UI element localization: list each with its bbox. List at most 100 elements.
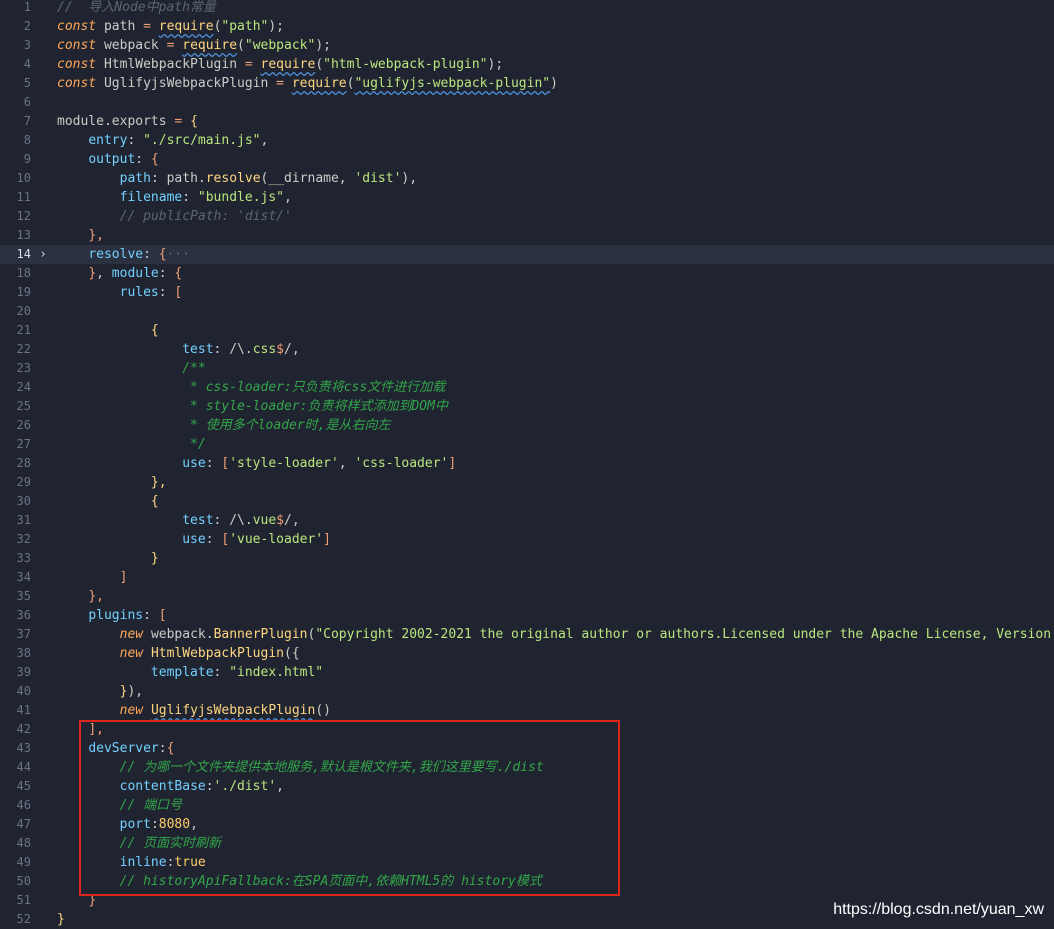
code-text: devServer:{ (88, 741, 175, 756)
code-line[interactable]: 35 }, (0, 587, 1054, 606)
line-number: 21 (16, 323, 31, 337)
line-number: 40 (16, 684, 31, 698)
line-number: 19 (16, 285, 31, 299)
line-number: 24 (16, 380, 31, 394)
code-text: }, module: { (88, 266, 183, 281)
code-line[interactable]: 40 }), (0, 682, 1054, 701)
code-text: const webpack = require("webpack"); (57, 38, 331, 53)
code-text: const path = require("path"); (57, 19, 285, 34)
line-number: 29 (16, 475, 31, 489)
code-line[interactable]: 44 // 为哪一个文件夹提供本地服务,默认是根文件夹,我们这里要写./dist (0, 758, 1054, 777)
code-text: }, (150, 475, 167, 490)
code-line[interactable]: 2 const path = require("path"); (0, 17, 1054, 36)
code-text: new webpack.BannerPlugin("Copyright 2002… (119, 627, 1054, 642)
line-number: 31 (16, 513, 31, 527)
code-text: } (57, 912, 65, 927)
code-text: template: "index.html" (150, 665, 324, 680)
code-line[interactable]: 24 * css-loader:只负责将css文件进行加载 (0, 378, 1054, 397)
code-line[interactable]: 3 const webpack = require("webpack"); (0, 36, 1054, 55)
code-line[interactable]: 34 ] (0, 568, 1054, 587)
line-number: 38 (16, 646, 31, 660)
code-text: path: path.resolve(__dirname, 'dist'), (119, 171, 418, 186)
line-number: 18 (16, 266, 31, 280)
code-line[interactable]: 27 */ (0, 435, 1054, 454)
code-text: use: ['vue-loader'] (182, 532, 331, 547)
code-line[interactable]: 10 path: path.resolve(__dirname, 'dist')… (0, 169, 1054, 188)
code-line[interactable]: 32 use: ['vue-loader'] (0, 530, 1054, 549)
line-number: 11 (16, 190, 31, 204)
code-line[interactable]: 5 const UglifyjsWebpackPlugin = require("… (0, 74, 1054, 93)
code-editor[interactable]: 1 // 导入Node中path常量 2 const path = require("… (0, 0, 1054, 927)
code-text: { (150, 494, 159, 509)
line-number: 50 (16, 874, 31, 888)
code-line[interactable]: 23 /** (0, 359, 1054, 378)
code-text: contentBase:'./dist', (119, 779, 284, 794)
line-number: 6 (23, 95, 31, 109)
code-line[interactable]: 42 ], (0, 720, 1054, 739)
code-line[interactable]: 29 }, (0, 473, 1054, 492)
code-text: { (150, 323, 159, 338)
code-line[interactable]: 18 }, module: { (0, 264, 1054, 283)
code-line[interactable]: 9 output: { (0, 150, 1054, 169)
code-line[interactable]: 45 contentBase:'./dist', (0, 777, 1054, 796)
line-number: 27 (16, 437, 31, 451)
code-line[interactable]: 39 template: "index.html" (0, 663, 1054, 682)
code-line[interactable]: 21 { (0, 321, 1054, 340)
code-line[interactable]: 22 test: /\.css$/, (0, 340, 1054, 359)
code-line[interactable]: 1 // 导入Node中path常量 (0, 0, 1054, 17)
code-text: use: ['style-loader', 'css-loader'] (182, 456, 457, 471)
code-text: } (88, 893, 97, 908)
code-line[interactable]: 6 (0, 93, 1054, 112)
code-line[interactable]: 14 › resolve: {··· (0, 245, 1054, 264)
code-text: filename: "bundle.js", (119, 190, 292, 205)
code-line[interactable]: 36 plugins: [ (0, 606, 1054, 625)
code-line[interactable]: 46 // 端口号 (0, 796, 1054, 815)
code-line[interactable]: 20 (0, 302, 1054, 321)
code-line[interactable]: 11 filename: "bundle.js", (0, 188, 1054, 207)
code-text: // 端口号 (119, 798, 183, 813)
code-line[interactable]: 37 new webpack.BannerPlugin("Copyright 2… (0, 625, 1054, 644)
line-number: 43 (16, 741, 31, 755)
code-text: }), (119, 684, 144, 699)
code-line[interactable]: 38 new HtmlWebpackPlugin({ (0, 644, 1054, 663)
line-number: 47 (16, 817, 31, 831)
line-number: 37 (16, 627, 31, 641)
fold-chevron-icon[interactable]: › (37, 245, 49, 264)
code-line[interactable]: 7 module.exports = { (0, 112, 1054, 131)
code-line[interactable]: 47 port:8080, (0, 815, 1054, 834)
code-line[interactable]: 19 rules: [ (0, 283, 1054, 302)
code-line[interactable]: 25 * style-loader:负责将样式添加到DOM中 (0, 397, 1054, 416)
line-number: 36 (16, 608, 31, 622)
code-line[interactable]: 12 // publicPath: 'dist/' (0, 207, 1054, 226)
code-line[interactable]: 26 * 使用多个loader时,是从右向左 (0, 416, 1054, 435)
code-text: }, (88, 589, 104, 604)
code-line[interactable]: 13 }, (0, 226, 1054, 245)
code-text: ] (119, 570, 128, 585)
code-text: port:8080, (119, 817, 198, 832)
code-line[interactable]: 50 // historyApiFallback:在SPA页面中,依赖HTML5… (0, 872, 1054, 891)
code-line[interactable]: 31 test: /\.vue$/, (0, 511, 1054, 530)
code-line[interactable]: 30 { (0, 492, 1054, 511)
code-text: }, (88, 228, 104, 243)
code-text: entry: "./src/main.js", (88, 133, 269, 148)
line-number: 9 (23, 152, 31, 166)
code-line[interactable]: 8 entry: "./src/main.js", (0, 131, 1054, 150)
code-text: test: /\.css$/, (182, 342, 300, 357)
line-number: 13 (16, 228, 31, 242)
code-line[interactable]: 33 } (0, 549, 1054, 568)
code-line[interactable]: 43 devServer:{ (0, 739, 1054, 758)
line-number: 8 (23, 133, 31, 147)
line-number: 28 (16, 456, 31, 470)
code-text: resolve: {··· (88, 247, 191, 262)
code-line[interactable]: 28 use: ['style-loader', 'css-loader'] (0, 454, 1054, 473)
code-text: */ (182, 437, 206, 452)
line-number: 39 (16, 665, 31, 679)
code-line[interactable]: 4 const HtmlWebpackPlugin = require("html… (0, 55, 1054, 74)
code-line[interactable]: 48 // 页面实时刷新 (0, 834, 1054, 853)
code-text: // 为哪一个文件夹提供本地服务,默认是根文件夹,我们这里要写./dist (119, 760, 544, 775)
line-number: 35 (16, 589, 31, 603)
line-number: 14 (16, 247, 31, 261)
code-line[interactable]: 49 inline:true (0, 853, 1054, 872)
line-number: 22 (16, 342, 31, 356)
code-line[interactable]: 41 new UglifyjsWebpackPlugin() (0, 701, 1054, 720)
